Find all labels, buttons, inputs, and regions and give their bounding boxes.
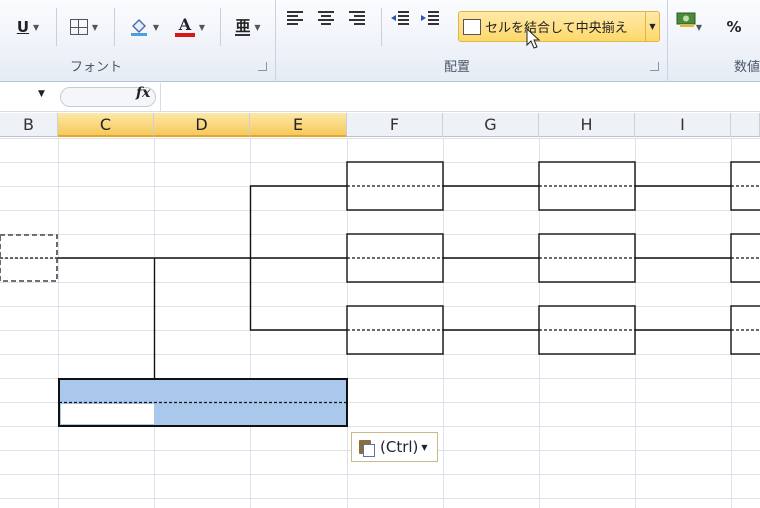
column-header-b[interactable]: B — [0, 113, 58, 137]
font-dialog-launcher-icon[interactable] — [258, 62, 267, 71]
align-left-icon — [287, 11, 303, 25]
accounting-format-button[interactable]: ▼ — [676, 10, 718, 44]
column-header-e[interactable]: E — [250, 113, 347, 137]
divider — [667, 0, 668, 82]
chevron-down-icon: ▼ — [421, 442, 428, 452]
chevron-down-icon: ▼ — [254, 22, 261, 32]
column-header-h[interactable]: H — [539, 113, 635, 137]
mouse-pointer-icon — [526, 28, 541, 49]
font-color-button[interactable]: A ▼ — [168, 10, 212, 44]
entry-box[interactable] — [730, 305, 760, 355]
align-right-icon — [349, 11, 365, 25]
divider — [114, 8, 115, 46]
borders-button[interactable]: ▼ — [62, 10, 106, 44]
fill-color-button[interactable]: ▼ — [122, 10, 166, 44]
paste-options-button[interactable]: (Ctrl) ▼ — [351, 432, 438, 462]
alignment-dialog-launcher-icon[interactable] — [650, 62, 659, 71]
divider — [381, 8, 382, 46]
percent-label: % — [726, 18, 742, 36]
alignment-group-label: 配置 — [444, 60, 471, 75]
divider — [275, 0, 276, 82]
column-header-f[interactable]: F — [347, 113, 443, 137]
increase-indent-icon — [421, 11, 439, 25]
underline-button[interactable]: U ▼ — [8, 10, 48, 44]
currency-icon — [676, 12, 696, 27]
align-left-button[interactable] — [286, 10, 310, 44]
align-right-button[interactable] — [348, 10, 372, 44]
column-header-d[interactable]: D — [154, 113, 250, 137]
divider — [56, 8, 57, 46]
chevron-down-icon[interactable]: ▼ — [645, 12, 659, 41]
font-color-label: A — [178, 15, 192, 34]
chevron-down-icon: ▼ — [198, 22, 206, 32]
percent-style-button[interactable]: % — [722, 10, 746, 44]
paste-options-label: (Ctrl) — [380, 438, 419, 456]
active-cell[interactable] — [61, 404, 154, 424]
decrease-indent-icon — [391, 11, 409, 25]
column-header-next[interactable] — [731, 113, 760, 137]
column-header-c[interactable]: C — [58, 113, 154, 137]
merge-and-center-label: セルを結合して中央揃え — [485, 21, 628, 36]
name-box-dropdown-icon[interactable]: ▼ — [38, 89, 45, 99]
divider — [220, 8, 221, 46]
ribbon: U ▼ ▼ ▼ A ▼ 亜 ▼ フォント セルを結合して中央揃え ▼ 配置 ▼ … — [0, 0, 760, 82]
font-group-label: フォント — [70, 60, 123, 75]
decrease-indent-button[interactable] — [390, 10, 414, 44]
phonetic-button[interactable]: 亜 ▼ — [228, 10, 268, 44]
paint-bucket-icon — [129, 17, 149, 37]
align-center-icon — [318, 11, 334, 25]
increase-indent-button[interactable] — [420, 10, 444, 44]
column-header-g[interactable]: G — [443, 113, 539, 137]
font-color-icon: A — [174, 15, 195, 37]
merge-and-center-button[interactable]: セルを結合して中央揃え ▼ — [458, 11, 660, 42]
number-group-label: 数値 — [734, 60, 760, 75]
clipboard-icon — [356, 438, 376, 457]
borders-icon — [69, 19, 88, 35]
chevron-down-icon: ▼ — [33, 22, 40, 32]
insert-function-button[interactable]: fx — [136, 85, 150, 101]
column-headers: B C D E F G H I — [0, 113, 760, 137]
chevron-down-icon: ▼ — [91, 22, 99, 32]
chevron-down-icon: ▼ — [152, 22, 160, 32]
merge-cells-icon — [463, 18, 481, 35]
underline-label: U — [16, 18, 30, 36]
column-header-i[interactable]: I — [635, 113, 731, 137]
formula-input[interactable] — [160, 83, 760, 111]
phonetic-icon: 亜 — [235, 16, 251, 36]
formula-bar: ▼ fx — [0, 83, 760, 112]
entry-box[interactable] — [730, 233, 760, 283]
entry-box[interactable] — [730, 161, 760, 211]
align-center-button[interactable] — [317, 10, 341, 44]
